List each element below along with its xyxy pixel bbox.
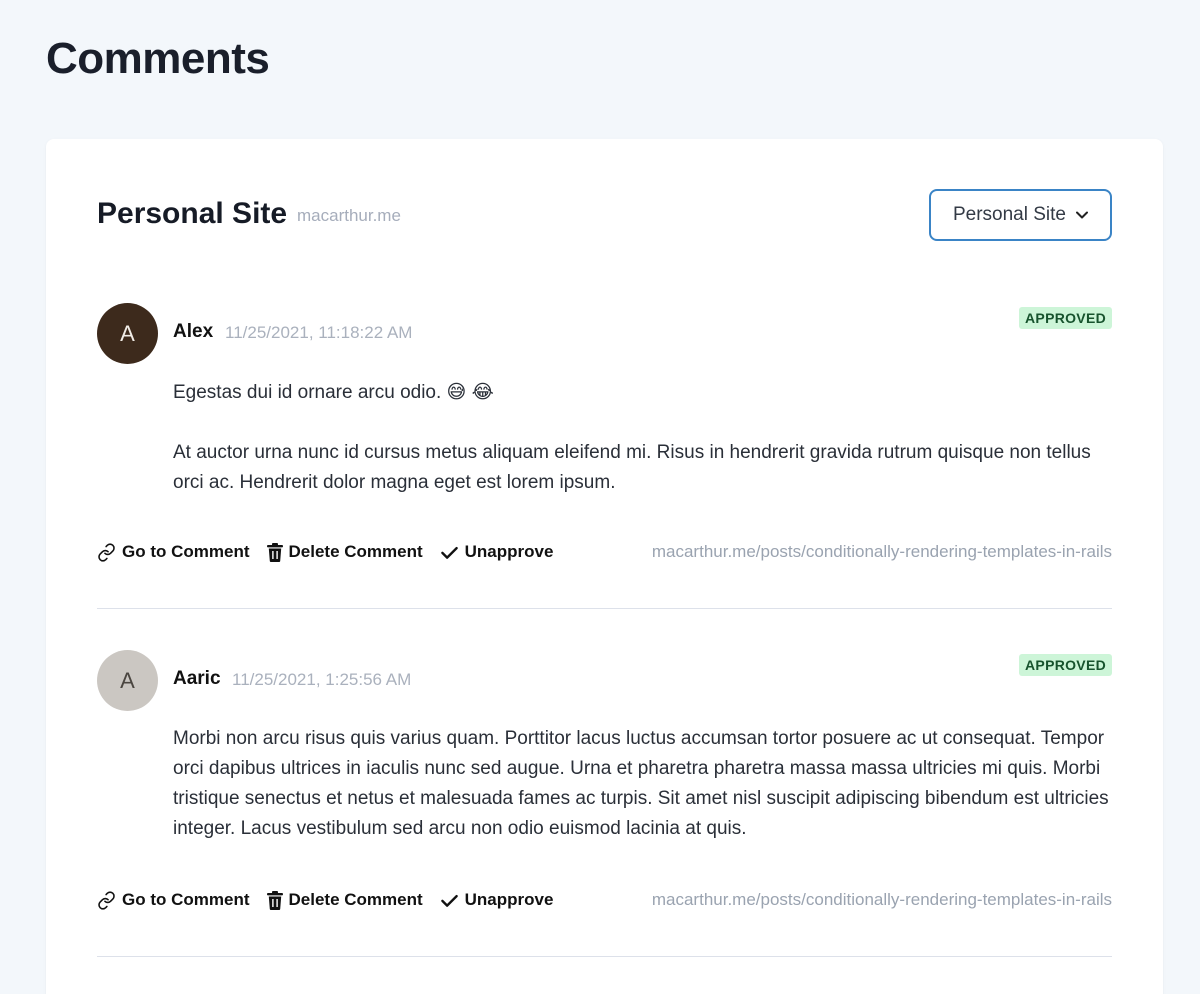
trash-icon: [266, 542, 283, 562]
comment-actions: Go to Comment Delete Comment Unapprove m…: [97, 888, 1112, 912]
avatar: A: [97, 303, 158, 364]
delete-comment-button[interactable]: Delete Comment: [266, 890, 423, 910]
comment-actions: Go to Comment Delete Comment Unapprove m…: [97, 540, 1112, 564]
delete-comment-button[interactable]: Delete Comment: [266, 542, 423, 562]
status-badge: APPROVED: [1019, 654, 1112, 676]
link-icon: [97, 890, 116, 910]
post-link[interactable]: macarthur.me/posts/conditionally-renderi…: [652, 542, 1112, 562]
trash-icon: [266, 890, 283, 910]
page-title: Comments: [46, 34, 270, 83]
avatar: A: [97, 650, 158, 711]
comment-body: Egestas dui id ornare arcu odio. 😅 😂 At …: [173, 378, 1112, 498]
go-to-comment-label: Go to Comment: [122, 890, 250, 909]
comment-paragraph: Egestas dui id ornare arcu odio. 😅 😂: [173, 382, 494, 403]
unapprove-label: Unapprove: [464, 542, 554, 561]
site-name: Personal Site: [97, 197, 288, 230]
go-to-comment-label: Go to Comment: [122, 542, 250, 561]
comment-timestamp: 11/25/2021, 1:25:56 AM: [232, 670, 412, 689]
status-badge: APPROVED: [1019, 307, 1112, 329]
comment-author: Alex: [173, 321, 214, 342]
unapprove-label: Unapprove: [464, 890, 554, 909]
card-header: Personal Site macarthur.me Personal Site: [97, 189, 1112, 257]
comment-paragraph: Morbi non arcu risus quis varius quam. P…: [173, 728, 1109, 839]
unapprove-button[interactable]: Unapprove: [440, 890, 554, 910]
check-icon: [440, 891, 459, 910]
site-select[interactable]: Personal Site: [929, 189, 1112, 241]
go-to-comment-button[interactable]: Go to Comment: [97, 542, 250, 562]
comment-timestamp: 11/25/2021, 11:18:22 AM: [225, 323, 413, 342]
comment-body: Morbi non arcu risus quis varius quam. P…: [173, 724, 1112, 844]
delete-comment-label: Delete Comment: [288, 890, 423, 909]
comment-author: Aaric: [173, 668, 221, 689]
comment-paragraph: At auctor urna nunc id cursus metus aliq…: [173, 442, 1091, 493]
divider: [97, 608, 1112, 609]
site-select-value: Personal Site: [952, 204, 1066, 225]
comment-item: A Aaric 11/25/2021, 1:25:56 AM APPROVED …: [97, 650, 1112, 910]
unapprove-button[interactable]: Unapprove: [440, 542, 554, 562]
site-domain: macarthur.me: [297, 206, 401, 225]
comments-card: Personal Site macarthur.me Personal Site…: [46, 139, 1163, 994]
link-icon: [97, 542, 116, 562]
check-icon: [440, 543, 459, 562]
go-to-comment-button[interactable]: Go to Comment: [97, 890, 250, 910]
chevron-down-icon: [1076, 211, 1088, 219]
post-link[interactable]: macarthur.me/posts/conditionally-renderi…: [652, 890, 1112, 910]
delete-comment-label: Delete Comment: [288, 542, 423, 561]
divider: [97, 956, 1112, 957]
comment-item: A Alex 11/25/2021, 11:18:22 AM APPROVED …: [97, 303, 1112, 563]
